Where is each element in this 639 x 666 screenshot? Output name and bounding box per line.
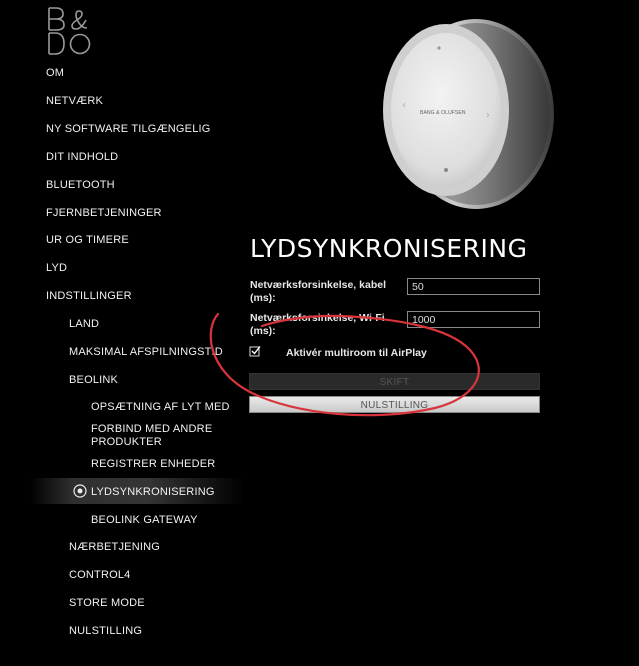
airplay-multiroom-checkbox[interactable] <box>249 345 261 357</box>
selected-radio-icon <box>73 484 87 498</box>
svg-text:‹: ‹ <box>402 100 406 111</box>
wifi-delay-input[interactable] <box>407 311 540 328</box>
nav-item-fjernbetjeninger[interactable]: FJERNBETJENINGER <box>46 207 162 220</box>
page-title: LYDSYNKRONISERING <box>250 234 528 263</box>
nav-item-dit-indhold[interactable]: DIT INDHOLD <box>46 151 118 164</box>
nav-item-naerbetjening[interactable]: NÆRBETJENING <box>69 541 160 554</box>
product-image: ‹ › BANG & OLUFSEN <box>383 19 554 209</box>
nav-item-forbind-med-andre-produkter[interactable]: FORBIND MED ANDRE PRODUKTER <box>91 423 221 449</box>
device-brand-text: BANG & OLUFSEN <box>420 110 466 116</box>
nav-item-control4[interactable]: CONTROL4 <box>69 569 131 582</box>
nav-item-ny-software[interactable]: NY SOFTWARE TILGÆNGELIG <box>46 123 211 136</box>
nav-item-beolink[interactable]: BEOLINK <box>69 374 118 387</box>
wired-delay-input[interactable] <box>407 278 540 295</box>
nav-item-ur-og-timere[interactable]: UR OG TIMERE <box>46 234 129 247</box>
nav-item-indstillinger[interactable]: INDSTILLINGER <box>46 290 132 303</box>
nav-item-netvaerk[interactable]: NETVÆRK <box>46 95 103 108</box>
nav-item-bluetooth[interactable]: BLUETOOTH <box>46 179 115 192</box>
skift-button[interactable]: SKIFT <box>249 373 540 390</box>
nav-item-lyd[interactable]: LYD <box>46 262 67 275</box>
nav-item-opsaetning-af-lyt-med[interactable]: OPSÆTNING AF LYT MED <box>91 401 230 414</box>
nav-item-om[interactable]: OM <box>46 67 64 80</box>
nav-item-lydsynkronisering[interactable]: LYDSYNKRONISERING <box>91 486 215 499</box>
airplay-multiroom-label: Aktivér multiroom til AirPlay <box>286 347 427 359</box>
nav-item-maksimal-afspilningstid[interactable]: MAKSIMAL AFSPILNINGSTID <box>69 346 223 359</box>
svg-text:›: › <box>486 110 490 121</box>
nav-item-store-mode[interactable]: STORE MODE <box>69 597 145 610</box>
nav-item-nulstilling[interactable]: NULSTILLING <box>69 625 142 638</box>
nav-item-land[interactable]: LAND <box>69 318 99 331</box>
sidebar-nav: OM NETVÆRK NY SOFTWARE TILGÆNGELIG DIT I… <box>0 0 250 666</box>
wifi-delay-label: Netværksforsinkelse, Wi-Fi (ms): <box>250 312 385 337</box>
wired-delay-label: Netværksforsinkelse, kabel (ms): <box>250 279 386 304</box>
nav-item-beolink-gateway[interactable]: BEOLINK GATEWAY <box>91 514 198 527</box>
nulstilling-button[interactable]: NULSTILLING <box>249 396 540 413</box>
nav-item-registrer-enheder[interactable]: REGISTRER ENHEDER <box>91 458 215 471</box>
